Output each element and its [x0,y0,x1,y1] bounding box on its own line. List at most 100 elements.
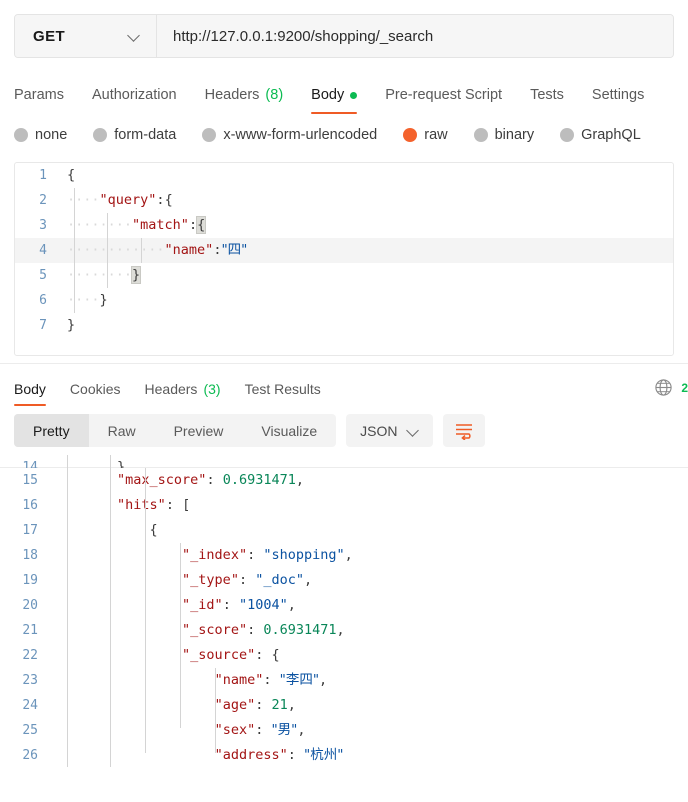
tab-body-label: Body [311,87,345,103]
comma: , [297,722,306,738]
body-type-graphql[interactable]: GraphQL [560,127,641,143]
response-format-select[interactable]: JSON [346,414,433,447]
json-key: "name" [214,672,264,688]
pane-divider[interactable] [0,363,688,364]
response-tab-headers-count: (3) [203,381,221,397]
view-mode-pretty[interactable]: Pretty [14,414,89,447]
json-string-value: "1004" [238,597,288,613]
postman-window: GET http://127.0.0.1:9200/shopping/_sear… [0,0,688,802]
tab-settings-label: Settings [591,87,645,103]
view-mode-raw-label: Raw [107,422,136,439]
body-type-none[interactable]: none [14,127,67,143]
response-tab-test-results-label: Test Results [244,381,321,397]
view-mode-raw[interactable]: Raw [89,414,155,447]
tab-params[interactable]: Params [14,87,64,114]
line-content: "max_score": 0.6931471, [52,468,688,493]
comma: , [319,672,328,688]
brace: } [67,317,76,333]
response-tab-headers-label: Headers [144,381,198,397]
view-mode-visualize-label: Visualize [261,422,318,439]
line-content: ········} [59,263,673,288]
line-content: "_type": "_doc", [52,568,688,593]
json-key: "max_score" [117,472,207,488]
indent-guide-line [180,543,181,728]
brace: { [271,647,280,663]
chevron-down-icon [128,30,140,42]
tab-headers-label: Headers [204,87,260,103]
code-line: 6 ····} [15,288,673,313]
request-body-code[interactable]: 1 { 2 ····"query":{ 3 ········"match":{ … [15,163,673,338]
code-line: 17 { [0,518,688,543]
indent-guide: ···· [67,267,100,283]
json-number-value: 0.6931471 [222,472,296,488]
json-string-value: "_doc" [255,572,304,588]
json-string-value: "李四" [279,672,320,688]
json-key: "_index" [182,547,248,563]
tab-body[interactable]: Body [311,87,358,114]
radio-selected-icon [403,128,418,142]
response-tab-body[interactable]: Body [14,381,46,406]
tab-settings[interactable]: Settings [592,87,644,114]
tab-tests[interactable]: Tests [530,87,564,114]
code-line: 16 "hits": [ [0,493,688,518]
colon: : [238,572,256,588]
indent-guide-line [74,188,75,313]
tab-headers[interactable]: Headers (8) [205,87,284,114]
line-number: 22 [22,648,38,663]
json-key: "_type" [182,572,239,588]
indent-guide: ···· [67,292,100,308]
indent-guide: ···· [99,242,133,258]
response-body-code[interactable]: 14 }, 15 "max_score": 0.6931471, 16 "hit… [0,455,688,767]
colon: : [222,597,239,613]
url-input[interactable]: http://127.0.0.1:9200/shopping/_search [157,15,673,57]
code-line: 2 ····"query":{ [15,188,673,213]
response-tab-bar: Body Cookies Headers (3) Test Results 2 [0,370,688,406]
indent-guide-line [107,213,108,288]
body-type-radio-group: none form-data x-www-form-urlencoded raw… [0,114,688,156]
brace: { [164,192,173,208]
tab-pre-request-script[interactable]: Pre-request Script [385,87,502,114]
json-key: "_source" [182,647,256,663]
line-number: 3 [39,218,47,233]
colon: : [255,722,272,738]
json-number-value: 0.6931471 [263,622,337,638]
tab-authorization[interactable]: Authorization [92,87,177,114]
line-number: 18 [22,548,38,563]
response-tab-test-results[interactable]: Test Results [245,381,321,406]
radio-icon [93,128,108,142]
response-format-value: JSON [360,422,398,439]
response-tab-cookies[interactable]: Cookies [70,381,121,406]
request-tab-bar: Params Authorization Headers (8) Body Pr… [0,72,688,114]
comma: , [336,622,345,638]
body-type-form-data[interactable]: form-data [93,127,176,143]
code-line: 19 "_type": "_doc", [0,568,688,593]
matching-brace: { [196,216,207,234]
body-type-graphql-label: GraphQL [581,127,641,143]
view-mode-preview[interactable]: Preview [155,414,243,447]
body-type-urlencoded[interactable]: x-www-form-urlencoded [202,127,377,143]
line-number: 15 [22,473,38,488]
globe-icon[interactable] [654,378,673,397]
brace: } [99,292,108,308]
wrap-lines-button[interactable] [442,414,485,447]
request-body-editor[interactable]: 1 { 2 ····"query":{ 3 ········"match":{ … [14,162,674,356]
colon: : [188,217,198,233]
line-number: 21 [22,623,38,638]
line-number: 16 [22,498,38,513]
radio-icon [473,128,488,142]
indent-guide: ···· [67,217,100,233]
line-number: 17 [22,523,38,538]
response-view-mode-group: Pretty Raw Preview Visualize [14,414,337,447]
body-type-binary[interactable]: binary [473,127,534,143]
body-type-raw[interactable]: raw [403,127,448,143]
response-tab-headers[interactable]: Headers (3) [145,381,221,406]
view-mode-visualize[interactable]: Visualize [242,414,336,447]
view-mode-pretty-label: Pretty [33,422,70,439]
code-line: 15 "max_score": 0.6931471, [0,468,688,493]
response-body-viewer[interactable]: 14 }, 15 "max_score": 0.6931471, 16 "hit… [0,455,688,767]
http-method-select[interactable]: GET [15,15,157,57]
code-line: 18 "_index": "shopping", [0,543,688,568]
line-content: "address": "杭州" [52,743,688,767]
indent-guide-line [110,455,111,767]
indent-guide: ···· [67,242,100,258]
